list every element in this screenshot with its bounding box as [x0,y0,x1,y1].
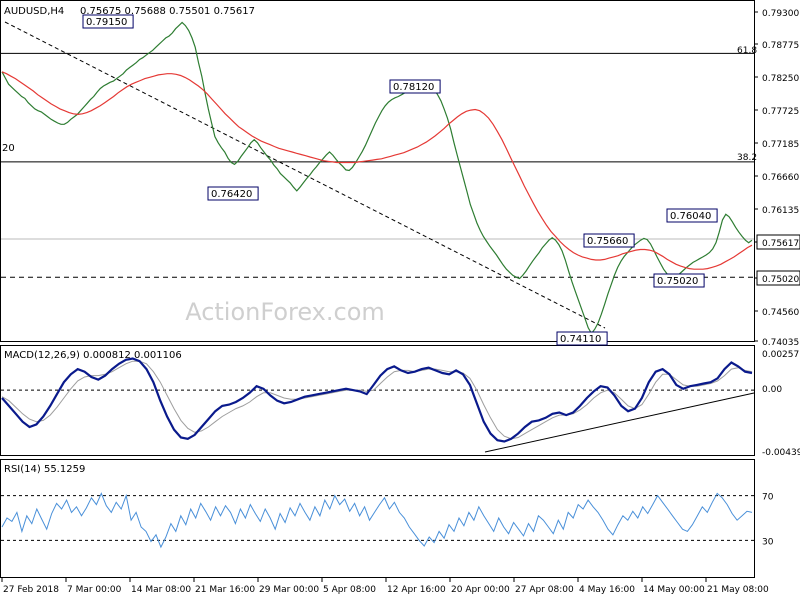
price-y-tick-label: 0.75617 [762,239,799,249]
x-axis-tick-label: 14 Mar 08:00 [131,585,191,595]
watermark-text: ActionForex.com [185,298,385,326]
x-axis-tick-label: 29 Mar 00:00 [259,585,319,595]
x-axis-tick-label: 5 Apr 08:00 [323,585,376,595]
x-axis-tick-label: 14 May 00:00 [643,585,705,595]
header-symbol: AUDUSD,H4 [4,6,64,17]
macd-y-tick-label: 0.00 [762,385,782,395]
macd-y-tick-label: 0.00257 [762,350,799,360]
x-axis-tick-label: 27 Apr 08:00 [515,585,574,595]
chart-svg: ActionForex.com AUDUSD,H4 0.75675 0.7568… [0,0,800,600]
price-annotation-label: 0.76420 [211,189,252,200]
fib-618-label: 61.8 [737,46,757,56]
price-y-tick-label: 0.74035 [762,338,799,348]
price-y-tick-label: 0.78250 [762,74,799,84]
price-annotation-label: 0.76040 [670,211,711,222]
price-annotation-label: 0.74110 [560,334,601,345]
price-y-tick-label: 0.79300 [762,9,799,19]
price-y-tick-label: 0.77185 [762,140,799,150]
price-y-tick-label: 0.75020 [762,275,799,285]
price-annotation-label: 0.79150 [86,17,127,28]
rsi-y-tick-label: 30 [762,537,774,547]
x-axis-tick-label: 27 Feb 2018 [3,585,59,595]
x-axis-tick-label: 4 May 16:00 [579,585,635,595]
rsi-y-tick-label: 70 [762,493,774,503]
x-axis-tick-label: 21 May 08:00 [707,585,769,595]
x-axis-tick-label: 20 Apr 00:00 [451,585,510,595]
x-axis-tick-label: 7 Mar 00:00 [67,585,122,595]
left-edge-label: 20 [2,143,15,154]
price-y-tick-label: 0.77725 [762,107,799,117]
price-annotation-label: 0.75660 [587,236,628,247]
price-y-tick-label: 0.78775 [762,41,799,51]
price-y-tick-label: 0.76135 [762,206,799,216]
price-y-tick-label: 0.76660 [762,173,799,183]
price-annotation-label: 0.78120 [393,82,434,93]
x-axis-tick-label: 12 Apr 16:00 [387,585,446,595]
x-axis-tick-label: 21 Mar 16:00 [195,585,255,595]
price-annotation-label: 0.75020 [657,276,698,287]
price-y-tick-label: 0.74560 [762,308,799,318]
macd-title: MACD(12,26,9) 0.000812 0.001106 [4,350,182,361]
rsi-title: RSI(14) 55.1259 [4,464,85,475]
chart-root: ActionForex.com AUDUSD,H4 0.75675 0.7568… [0,0,800,600]
macd-y-tick-label: -0.00439 [762,448,800,458]
